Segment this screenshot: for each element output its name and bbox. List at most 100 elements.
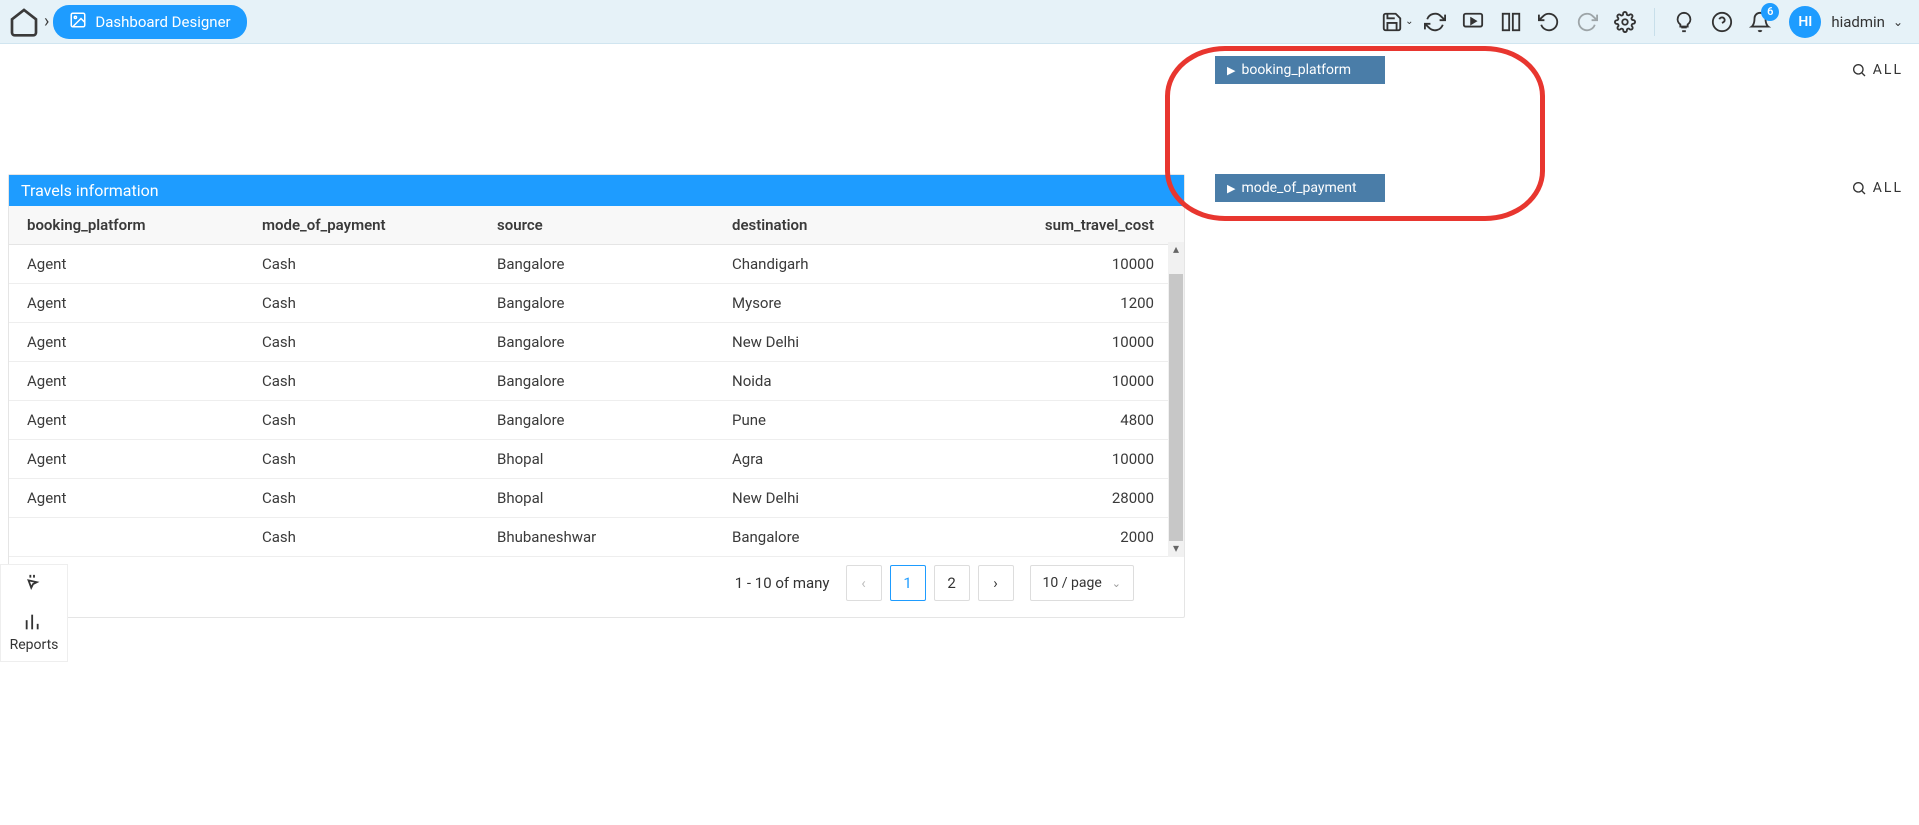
chevron-down-icon[interactable]: ⌄ [1893, 15, 1903, 29]
bulb-button[interactable] [1667, 5, 1701, 39]
save-dropdown-button[interactable]: ⌄ [1380, 5, 1414, 39]
page-1-button[interactable]: 1 [890, 565, 926, 601]
scroll-up-icon[interactable]: ▴ [1173, 242, 1179, 258]
cell-destination: New Delhi [714, 479, 949, 518]
layout-button[interactable] [1494, 5, 1528, 39]
filter-chip-mode-of-payment[interactable]: ▶ mode_of_payment [1215, 174, 1385, 202]
table-row[interactable]: Agent Cash Bangalore Noida 10000 [9, 362, 1184, 401]
breadcrumb-current[interactable]: Dashboard Designer [53, 5, 246, 39]
username[interactable]: hiadmin [1831, 13, 1885, 31]
filter-row-mode-of-payment: ▶ mode_of_payment ALL [1215, 174, 1903, 202]
cell-sum-travel-cost: 10000 [949, 440, 1184, 479]
cell-destination: Mysore [714, 284, 949, 323]
next-page-button[interactable]: › [978, 565, 1014, 601]
cell-mode-of-payment: Cash [244, 284, 479, 323]
table-row[interactable]: Agent Cash Bangalore New Delhi 10000 [9, 323, 1184, 362]
cell-source: Bhubaneshwar [479, 518, 714, 557]
settings-button[interactable] [1608, 5, 1642, 39]
page-info: 1 - 10 of many [735, 574, 830, 592]
col-header-booking-platform[interactable]: booking_platform [9, 206, 244, 245]
table-row[interactable]: Agent Cash Bangalore Pune 4800 [9, 401, 1184, 440]
cell-destination: Chandigarh [714, 245, 949, 284]
chevron-right-icon: › [44, 11, 49, 32]
cell-sum-travel-cost: 10000 [949, 245, 1184, 284]
cell-booking-platform [9, 518, 244, 557]
filter-scope-mode-of-payment[interactable]: ALL [1851, 180, 1903, 196]
cell-sum-travel-cost: 1200 [949, 284, 1184, 323]
col-header-sum-travel-cost[interactable]: sum_travel_cost [949, 206, 1184, 245]
table-row[interactable]: Agent Cash Bangalore Chandigarh 10000 [9, 245, 1184, 284]
pagination: 1 - 10 of many ‹ 1 2 › 10 / page ⌄ [9, 557, 1184, 617]
toolbar: ⌄ 6 HI hiad [1380, 5, 1911, 39]
undo-button[interactable] [1532, 5, 1566, 39]
cell-source: Bangalore [479, 284, 714, 323]
avatar-initials: HI [1798, 14, 1812, 30]
travels-card: Travels information booking_platform mod… [8, 174, 1185, 618]
avatar[interactable]: HI [1789, 6, 1821, 38]
home-icon[interactable] [8, 6, 40, 38]
table-row[interactable]: Agent Cash Bhopal Agra 10000 [9, 440, 1184, 479]
caret-right-icon: ▶ [1227, 182, 1235, 195]
side-toolbar: Reports [0, 564, 68, 662]
notification-badge: 6 [1761, 3, 1779, 21]
filter-scope-booking-platform[interactable]: ALL [1851, 62, 1903, 78]
breadcrumb-label: Dashboard Designer [95, 13, 230, 31]
cell-destination: Pune [714, 401, 949, 440]
table-row[interactable]: Agent Cash Bangalore Mysore 1200 [9, 284, 1184, 323]
cell-destination: Bangalore [714, 518, 949, 557]
cell-mode-of-payment: Cash [244, 479, 479, 518]
cell-mode-of-payment: Cash [244, 362, 479, 401]
cell-destination: Agra [714, 440, 949, 479]
cell-booking-platform: Agent [9, 284, 244, 323]
card-title: Travels information [9, 175, 1184, 206]
app-header: › Dashboard Designer ⌄ [0, 0, 1919, 44]
cell-sum-travel-cost: 4800 [949, 401, 1184, 440]
cell-source: Bhopal [479, 479, 714, 518]
filters-panel: ▶ booking_platform ALL ▶ mode_of_payment… [1185, 44, 1919, 825]
search-icon [1851, 180, 1867, 196]
cell-destination: New Delhi [714, 323, 949, 362]
toolbar-separator [1654, 8, 1655, 36]
filter-row-booking-platform: ▶ booking_platform ALL [1215, 56, 1903, 84]
image-icon [69, 11, 87, 33]
notifications-button[interactable]: 6 [1743, 5, 1777, 39]
scroll-thumb[interactable] [1169, 274, 1183, 541]
cell-mode-of-payment: Cash [244, 440, 479, 479]
page-2-button[interactable]: 2 [934, 565, 970, 601]
filter-scope-label: ALL [1873, 180, 1903, 196]
cell-source: Bhopal [479, 440, 714, 479]
cell-mode-of-payment: Cash [244, 401, 479, 440]
cell-destination: Noida [714, 362, 949, 401]
cell-booking-platform: Agent [9, 245, 244, 284]
help-button[interactable] [1705, 5, 1739, 39]
cell-booking-platform: Agent [9, 440, 244, 479]
page-size-select[interactable]: 10 / page ⌄ [1030, 565, 1134, 601]
table-row[interactable]: Cash Bhubaneshwar Bangalore 2000 [9, 518, 1184, 557]
vertical-scrollbar[interactable]: ▴ ▾ [1168, 242, 1184, 557]
cell-mode-of-payment: Cash [244, 323, 479, 362]
reports-label: Reports [10, 637, 59, 653]
filter-chip-label: mode_of_payment [1241, 180, 1356, 196]
cell-sum-travel-cost: 28000 [949, 479, 1184, 518]
table-row[interactable]: Agent Cash Bhopal New Delhi 28000 [9, 479, 1184, 518]
redo-button[interactable] [1570, 5, 1604, 39]
interactive-button[interactable] [23, 573, 45, 599]
caret-right-icon: ▶ [1227, 64, 1235, 77]
cell-booking-platform: Agent [9, 362, 244, 401]
cell-booking-platform: Agent [9, 401, 244, 440]
filter-scope-label: ALL [1873, 62, 1903, 78]
scroll-down-icon[interactable]: ▾ [1173, 541, 1179, 557]
prev-page-button[interactable]: ‹ [846, 565, 882, 601]
present-button[interactable] [1456, 5, 1490, 39]
cell-mode-of-payment: Cash [244, 245, 479, 284]
col-header-destination[interactable]: destination [714, 206, 949, 245]
refresh-button[interactable] [1418, 5, 1452, 39]
cell-source: Bangalore [479, 362, 714, 401]
page-size-label: 10 / page [1043, 575, 1102, 591]
col-header-mode-of-payment[interactable]: mode_of_payment [244, 206, 479, 245]
reports-button[interactable]: Reports [10, 611, 59, 653]
filter-chip-booking-platform[interactable]: ▶ booking_platform [1215, 56, 1385, 84]
filter-chip-label: booking_platform [1241, 62, 1351, 78]
col-header-source[interactable]: source [479, 206, 714, 245]
search-icon [1851, 62, 1867, 78]
